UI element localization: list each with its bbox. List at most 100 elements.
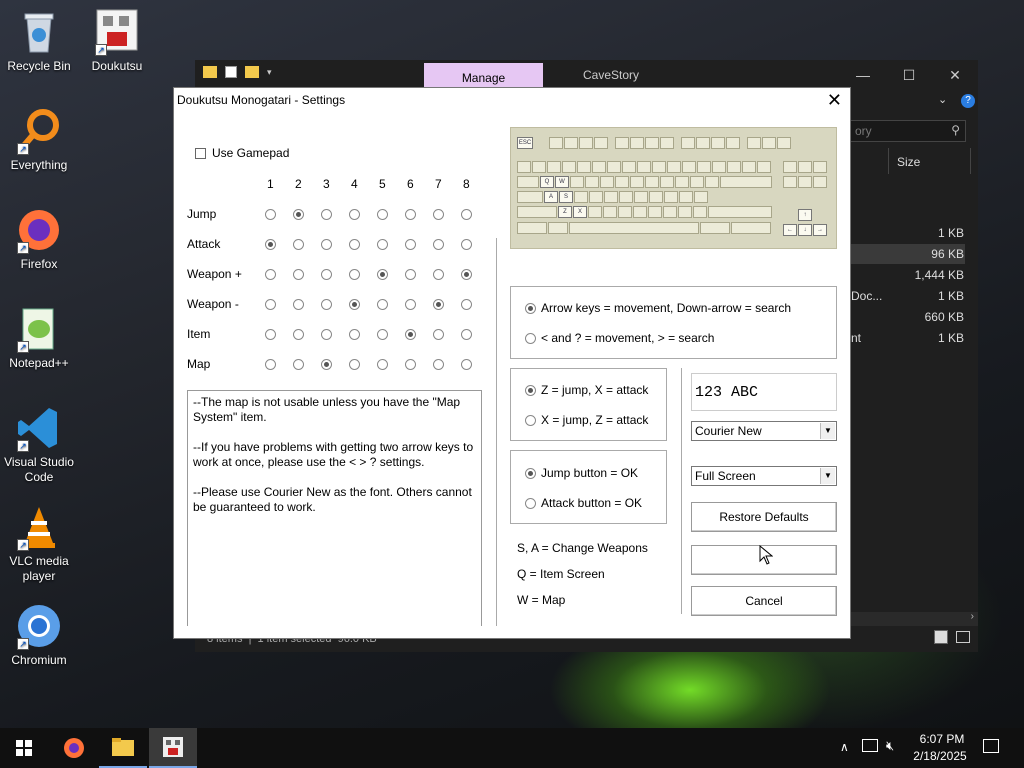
key-radio[interactable] (377, 359, 388, 370)
key-radio[interactable] (321, 359, 332, 370)
desktop-icon-everything[interactable]: ↗ Everything (0, 107, 78, 173)
key-radio[interactable] (265, 359, 276, 370)
key-radio[interactable] (321, 209, 332, 220)
key-radio[interactable] (293, 329, 304, 340)
show-hidden-icons-icon[interactable]: ∧ (840, 740, 849, 754)
key-radio[interactable] (461, 209, 472, 220)
desktop-icon-vlc[interactable]: ↗ VLC media player (0, 503, 78, 584)
key-radio[interactable] (433, 269, 444, 280)
search-box[interactable]: ory ⚲ (850, 120, 966, 142)
taskbar-file-explorer[interactable] (99, 728, 147, 768)
desktop-icon-recycle-bin[interactable]: Recycle Bin (0, 8, 78, 74)
key-radio[interactable] (405, 299, 416, 310)
movement-punct-radio[interactable] (525, 333, 536, 344)
key-radio[interactable] (349, 269, 360, 280)
attack-ok-radio[interactable] (525, 498, 536, 509)
ribbon-expand-icon[interactable]: ⌄ (938, 93, 947, 106)
key-radio[interactable] (293, 269, 304, 280)
desktop-icon-vscode[interactable]: ↗ Visual Studio Code (0, 404, 78, 485)
desktop-icon-doukutsu[interactable]: ↗ Doukutsu (78, 8, 156, 74)
key-radio[interactable] (265, 239, 276, 250)
key-radio[interactable] (377, 209, 388, 220)
key-radio[interactable] (349, 299, 360, 310)
properties-icon[interactable] (225, 66, 237, 78)
key-radio[interactable] (265, 269, 276, 280)
folder-icon[interactable] (203, 66, 217, 78)
movement-arrows-radio[interactable] (525, 303, 536, 314)
key-radio[interactable] (321, 239, 332, 250)
tiles-view-icon[interactable] (956, 631, 970, 643)
chevron-down-icon[interactable]: ▼ (820, 423, 835, 439)
key-radio[interactable] (461, 269, 472, 280)
taskbar-firefox[interactable] (50, 728, 98, 768)
z-jump-radio[interactable] (525, 385, 536, 396)
key-radio[interactable] (405, 329, 416, 340)
key-radio[interactable] (293, 209, 304, 220)
key-radio[interactable] (265, 329, 276, 340)
key-radio[interactable] (293, 299, 304, 310)
key-radio[interactable] (321, 269, 332, 280)
key-radio[interactable] (433, 329, 444, 340)
settings-dialog[interactable]: Doukutsu Monogatari - Settings ✕ Use Gam… (173, 87, 851, 639)
close-button[interactable]: ✕ (932, 60, 978, 90)
column-header-size[interactable]: Size (897, 155, 920, 169)
key-radio[interactable] (461, 329, 472, 340)
volume-muted-icon[interactable]: 🔇︎ (886, 738, 894, 754)
use-gamepad-checkbox[interactable] (195, 148, 206, 159)
key-radio[interactable] (349, 359, 360, 370)
minimize-button[interactable]: — (840, 60, 886, 90)
key-radio[interactable] (433, 239, 444, 250)
notification-icon[interactable] (983, 739, 999, 753)
key-radio[interactable] (461, 239, 472, 250)
desktop-icon-notepadpp[interactable]: ↗ Notepad++ (0, 305, 78, 371)
key-radio[interactable] (405, 239, 416, 250)
key-radio[interactable] (433, 299, 444, 310)
start-button[interactable] (0, 728, 48, 768)
key-radio[interactable] (405, 269, 416, 280)
key-radio[interactable] (377, 239, 388, 250)
keyboard-key (705, 176, 719, 188)
help-icon[interactable]: ? (961, 94, 975, 108)
maximize-button[interactable]: ☐ (886, 60, 932, 90)
jump-ok-radio[interactable] (525, 468, 536, 479)
key-radio[interactable] (349, 329, 360, 340)
key-radio[interactable] (321, 329, 332, 340)
display-mode-select[interactable]: Full Screen ▼ (691, 466, 837, 486)
close-icon[interactable]: ✕ (827, 90, 842, 111)
network-icon[interactable] (862, 739, 878, 752)
key-radio[interactable] (349, 239, 360, 250)
search-input[interactable]: ory (855, 124, 872, 138)
key-radio[interactable] (321, 299, 332, 310)
clock-date[interactable]: 2/18/2025 (911, 749, 969, 763)
new-folder-icon[interactable] (245, 66, 259, 78)
desktop-icon-firefox[interactable]: ↗ Firefox (0, 206, 78, 272)
key-radio[interactable] (433, 359, 444, 370)
key-radio[interactable] (293, 239, 304, 250)
font-select[interactable]: Courier New ▼ (691, 421, 837, 441)
key-radio[interactable] (377, 329, 388, 340)
key-radio[interactable] (405, 359, 416, 370)
key-radio[interactable] (349, 209, 360, 220)
cancel-button[interactable]: Cancel (691, 586, 837, 616)
clock-time[interactable]: 6:07 PM (917, 732, 967, 746)
x-jump-radio[interactable] (525, 415, 536, 426)
key-radio[interactable] (265, 299, 276, 310)
taskbar-doukutsu[interactable] (149, 728, 197, 768)
key-radio[interactable] (433, 209, 444, 220)
key-radio[interactable] (265, 209, 276, 220)
key-radio[interactable] (405, 209, 416, 220)
desktop-icon-chromium[interactable]: ↗ Chromium (0, 602, 78, 668)
column-header: 8 (463, 177, 470, 191)
key-radio[interactable] (293, 359, 304, 370)
key-radio[interactable] (377, 269, 388, 280)
tab-manage[interactable]: Manage (424, 63, 543, 90)
chevron-down-icon[interactable]: ▼ (820, 468, 835, 484)
horizontal-scrollbar[interactable]: › (850, 611, 978, 626)
chevron-down-icon[interactable]: ▾ (267, 67, 272, 78)
restore-defaults-button[interactable]: Restore Defaults (691, 502, 837, 532)
key-radio[interactable] (377, 299, 388, 310)
details-view-icon[interactable] (934, 630, 948, 644)
scroll-right-icon[interactable]: › (971, 611, 974, 622)
key-radio[interactable] (461, 299, 472, 310)
key-radio[interactable] (461, 359, 472, 370)
